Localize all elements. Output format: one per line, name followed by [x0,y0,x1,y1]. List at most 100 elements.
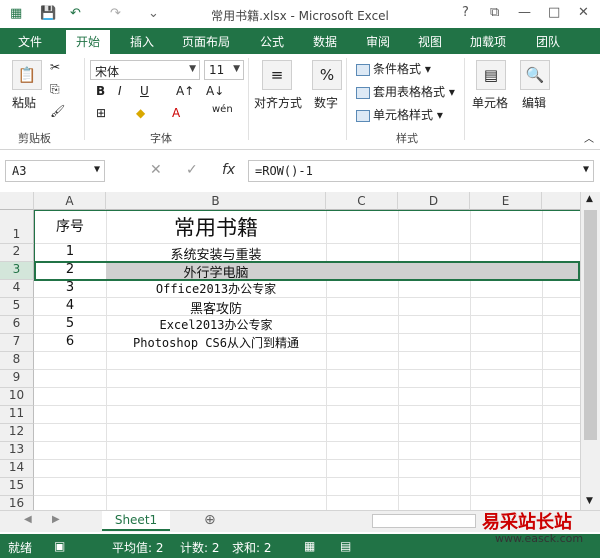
row-header-1[interactable]: 1 [0,210,34,244]
macro-record-icon[interactable]: ▣ [54,539,65,553]
tab-formulas[interactable]: 公式 [260,33,284,50]
maximize-button[interactable]: □ [548,5,560,20]
normal-view-icon[interactable]: ▦ [304,539,315,553]
table-cell[interactable]: 3 [34,280,106,295]
binoculars-icon[interactable]: 🔍 [520,60,550,90]
percent-icon[interactable]: % [312,60,342,90]
font-shrink-icon[interactable]: A↓ [206,84,224,98]
tab-page-layout[interactable]: 页面布局 [182,33,230,50]
add-sheet-icon[interactable]: ⊕ [204,512,216,528]
tab-review[interactable]: 审阅 [366,33,390,50]
table-cell[interactable]: 6 [34,334,106,349]
row-header-16[interactable]: 16 [0,496,34,510]
minimize-button[interactable]: — [518,5,531,20]
table-cell[interactable]: 5 [34,316,106,331]
tab-insert[interactable]: 插入 [130,33,154,50]
close-button[interactable]: ✕ [578,5,589,20]
enter-icon[interactable]: ✓ [186,162,198,178]
cell-styles-button[interactable]: 单元格样式 ▾ [356,106,443,123]
scroll-up-icon[interactable]: ▲ [586,194,593,204]
column-header-b[interactable]: B [106,192,326,210]
tab-addins[interactable]: 加载项 [470,33,506,50]
table-cell[interactable]: 1 [34,244,106,259]
tab-data[interactable]: 数据 [313,33,337,50]
row-header-12[interactable]: 12 [0,424,34,442]
column-header-a[interactable]: A [34,192,106,210]
format-painter-icon[interactable]: 🖌 [50,104,65,118]
table-cell[interactable]: Excel2013办公专家 [106,316,326,333]
column-header-d[interactable]: D [398,192,470,210]
header-cell-books[interactable]: 常用书籍 [106,212,326,242]
scroll-thumb[interactable] [584,210,597,440]
row-header-3[interactable]: 3 [0,262,34,280]
font-grow-icon[interactable]: A↑ [176,84,194,98]
insert-function-icon[interactable]: fx [222,162,235,178]
phonetic-icon[interactable]: wén [212,104,233,115]
row-header-9[interactable]: 9 [0,370,34,388]
border-icon[interactable]: ⊞ [96,106,106,120]
tab-file[interactable]: 文件 [18,33,42,50]
format-table-button[interactable]: 套用表格格式 ▾ [356,83,455,100]
editing-button[interactable]: 编辑 [522,94,546,111]
row-header-13[interactable]: 13 [0,442,34,460]
horizontal-scrollbar[interactable] [372,514,476,528]
row-header-10[interactable]: 10 [0,388,34,406]
row-header-5[interactable]: 5 [0,298,34,316]
align-icon[interactable]: ≡ [262,60,292,90]
header-cell-seq[interactable]: 序号 [34,216,106,236]
sheet-tab-sheet1[interactable]: Sheet1 [102,511,170,531]
worksheet-grid[interactable]: A B C D E 1 2 3 4 5 6 7 8 9 10 11 12 13 … [0,192,580,510]
column-header-c[interactable]: C [326,192,398,210]
italic-button[interactable]: I [118,84,122,98]
scroll-sheets-left-icon[interactable]: ◀ [24,514,32,525]
table-cell[interactable]: Office2013办公专家 [106,280,326,297]
formula-bar: A3 ▼ ✕ ✓ fx =ROW()-1 ▼ [0,150,600,190]
row-header-2[interactable]: 2 [0,244,34,262]
row-header-4[interactable]: 4 [0,280,34,298]
table-cell[interactable]: 外行学电脑 [106,262,326,281]
table-cell[interactable]: 黑客攻防 [106,298,326,317]
row-header-8[interactable]: 8 [0,352,34,370]
cut-icon[interactable]: ✂ [50,60,60,74]
font-size-combo[interactable]: 11 ▼ [204,60,244,80]
name-box[interactable]: A3 ▼ [5,160,105,182]
table-cell[interactable]: Photoshop CS6从入门到精通 [106,334,326,351]
table-cell[interactable]: 2 [34,262,106,277]
column-header-e[interactable]: E [470,192,542,210]
vertical-scrollbar[interactable]: ▲ ▼ [580,192,600,510]
table-cell[interactable]: 4 [34,298,106,313]
row-header-6[interactable]: 6 [0,316,34,334]
alignment-button[interactable]: 对齐方式 [254,94,302,111]
row-header-11[interactable]: 11 [0,406,34,424]
cells-button[interactable]: 单元格 [472,94,508,111]
select-all-corner[interactable] [0,192,34,210]
ribbon-display-icon[interactable]: ⧉ [490,5,499,20]
paste-button[interactable]: 粘贴 [12,94,36,111]
cancel-icon[interactable]: ✕ [150,162,162,178]
number-button[interactable]: 数字 [314,94,338,111]
underline-button[interactable]: U [140,84,149,98]
row-header-14[interactable]: 14 [0,460,34,478]
tab-home[interactable]: 开始 [66,30,111,54]
font-color-icon[interactable]: A [172,106,180,120]
page-layout-view-icon[interactable]: ▤ [340,539,351,553]
font-name-combo[interactable]: 宋体 ▼ [90,60,200,80]
fill-color-icon[interactable]: ◆ [136,106,145,120]
cells-icon[interactable]: ▤ [476,60,506,90]
formula-input[interactable]: =ROW()-1 ▼ [248,160,594,182]
copy-icon[interactable]: ⎘ [50,82,60,97]
row-header-7[interactable]: 7 [0,334,34,352]
ribbon: 📋 粘贴 ✂ ⎘ 🖌 剪贴板 宋体 ▼ 11 ▼ B I U A↑ A↓ ⊞ ◆ A… [0,54,600,150]
paste-icon[interactable]: 📋 [12,60,42,90]
table-cell[interactable]: 系统安装与重装 [106,244,326,263]
scroll-down-icon[interactable]: ▼ [586,496,593,506]
bold-button[interactable]: B [96,84,105,98]
conditional-format-button[interactable]: 条件格式 ▾ [356,60,431,77]
row-header-15[interactable]: 15 [0,478,34,496]
tab-view[interactable]: 视图 [418,33,442,50]
tab-team[interactable]: 团队 [536,33,560,50]
column-header-f[interactable] [542,192,580,210]
scroll-sheets-right-icon[interactable]: ▶ [52,514,60,525]
help-button[interactable]: ? [462,5,469,20]
collapse-ribbon-icon[interactable]: ︿ [584,130,594,145]
